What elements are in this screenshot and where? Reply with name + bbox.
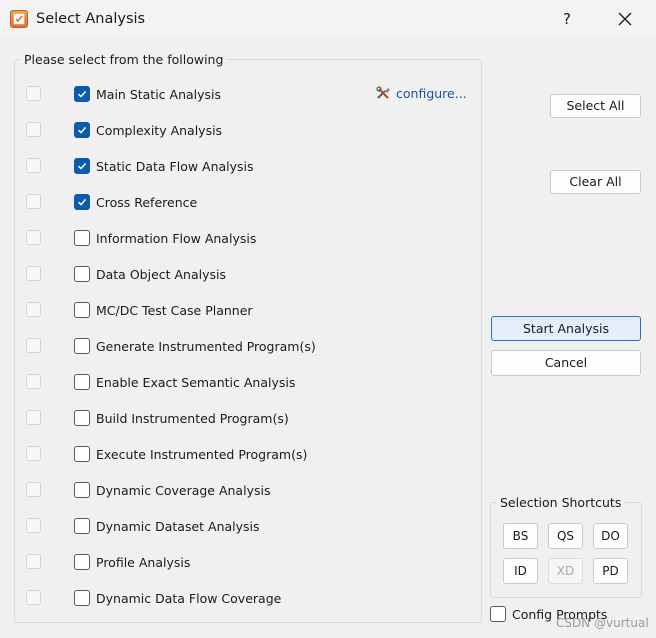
start-analysis-button[interactable]: Start Analysis [491, 316, 641, 341]
analysis-label: Complexity Analysis [96, 123, 223, 138]
analysis-row: Enable Exact Semantic Analysis [0, 370, 480, 394]
analysis-aux-checkbox [26, 194, 41, 209]
analysis-checkbox[interactable] [74, 446, 90, 462]
analysis-checkbox[interactable] [74, 266, 90, 282]
analysis-aux-checkbox [26, 122, 41, 137]
analysis-aux-checkbox [26, 302, 41, 317]
analysis-row: MC/DC Test Case Planner [0, 298, 480, 322]
analysis-label: Information Flow Analysis [96, 231, 257, 246]
shortcut-bs-button[interactable]: BS [503, 523, 538, 549]
configure-link[interactable]: configure... [376, 86, 467, 103]
analysis-row: Static Data Flow Analysis [0, 154, 480, 178]
analysis-row: Profile Analysis [0, 550, 480, 574]
analysis-checkbox[interactable] [74, 86, 90, 102]
analysis-checkbox[interactable] [74, 122, 90, 138]
analysis-aux-checkbox [26, 482, 41, 497]
shortcut-xd-button: XD [548, 558, 583, 584]
selection-shortcuts-label: Selection Shortcuts [496, 495, 626, 510]
analysis-row: Complexity Analysis [0, 118, 480, 142]
analysis-label: Build Instrumented Program(s) [96, 411, 289, 426]
analysis-row: Dynamic Data Flow Coverage [0, 586, 480, 610]
analysis-label: Execute Instrumented Program(s) [96, 447, 308, 462]
analysis-checkbox[interactable] [74, 374, 90, 390]
analysis-checkbox[interactable] [74, 518, 90, 534]
analysis-label: Dynamic Data Flow Coverage [96, 591, 282, 606]
help-button[interactable]: ? [552, 4, 582, 34]
analysis-aux-checkbox [26, 230, 41, 245]
analysis-row: Generate Instrumented Program(s) [0, 334, 480, 358]
analysis-checkbox[interactable] [74, 302, 90, 318]
analysis-label: Dynamic Dataset Analysis [96, 519, 260, 534]
analysis-checkbox[interactable] [74, 230, 90, 246]
group-label: Please select from the following [20, 52, 228, 67]
analysis-aux-checkbox [26, 518, 41, 533]
analysis-aux-checkbox [26, 266, 41, 281]
analysis-aux-checkbox [26, 590, 41, 605]
analysis-checkbox[interactable] [74, 554, 90, 570]
analysis-label: Generate Instrumented Program(s) [96, 339, 316, 354]
analysis-label: Dynamic Coverage Analysis [96, 483, 271, 498]
checkmark-icon [77, 126, 87, 134]
analysis-row: Dynamic Coverage Analysis [0, 478, 480, 502]
shortcut-pd-button[interactable]: PD [593, 558, 628, 584]
configure-label: configure... [396, 86, 467, 101]
analysis-checkbox[interactable] [74, 590, 90, 606]
tools-icon [376, 86, 392, 103]
analysis-checkbox[interactable] [74, 482, 90, 498]
analysis-aux-checkbox [26, 86, 41, 101]
close-icon [618, 12, 632, 26]
analysis-label: Main Static Analysis [96, 87, 222, 102]
analysis-label: Enable Exact Semantic Analysis [96, 375, 296, 390]
analysis-aux-checkbox [26, 554, 41, 569]
analysis-aux-checkbox [26, 158, 41, 173]
select-all-button[interactable]: Select All [550, 94, 641, 118]
analysis-label: MC/DC Test Case Planner [96, 303, 253, 318]
analysis-checkbox[interactable] [74, 158, 90, 174]
analysis-row: Dynamic Dataset Analysis [0, 514, 480, 538]
watermark: CSDN @vurtual [556, 616, 649, 630]
analysis-label: Data Object Analysis [96, 267, 227, 282]
shortcut-do-button[interactable]: DO [593, 523, 628, 549]
shortcut-id-button[interactable]: ID [503, 558, 538, 584]
window-title: Select Analysis [36, 11, 146, 27]
analysis-row: Execute Instrumented Program(s) [0, 442, 480, 466]
checkmark-icon [77, 90, 87, 98]
analysis-label: Cross Reference [96, 195, 198, 210]
clear-all-button[interactable]: Clear All [550, 170, 641, 194]
config-prompts-checkbox[interactable] [490, 606, 506, 622]
cancel-button[interactable]: Cancel [491, 350, 641, 376]
analysis-row: Cross Reference [0, 190, 480, 214]
analysis-label: Profile Analysis [96, 555, 191, 570]
analysis-checkbox[interactable] [74, 410, 90, 426]
analysis-row: Build Instrumented Program(s) [0, 406, 480, 430]
analysis-row: Data Object Analysis [0, 262, 480, 286]
title-bar: Select Analysis ? [0, 0, 656, 38]
close-button[interactable] [608, 4, 642, 34]
checkmark-icon [77, 198, 87, 206]
analysis-aux-checkbox [26, 446, 41, 461]
analysis-aux-checkbox [26, 410, 41, 425]
checkmark-icon [77, 162, 87, 170]
app-icon [10, 10, 28, 28]
shortcut-qs-button[interactable]: QS [548, 523, 583, 549]
analysis-label: Static Data Flow Analysis [96, 159, 254, 174]
analysis-checkbox[interactable] [74, 194, 90, 210]
analysis-aux-checkbox [26, 338, 41, 353]
analysis-checkbox[interactable] [74, 338, 90, 354]
analysis-aux-checkbox [26, 374, 41, 389]
analysis-row: Information Flow Analysis [0, 226, 480, 250]
